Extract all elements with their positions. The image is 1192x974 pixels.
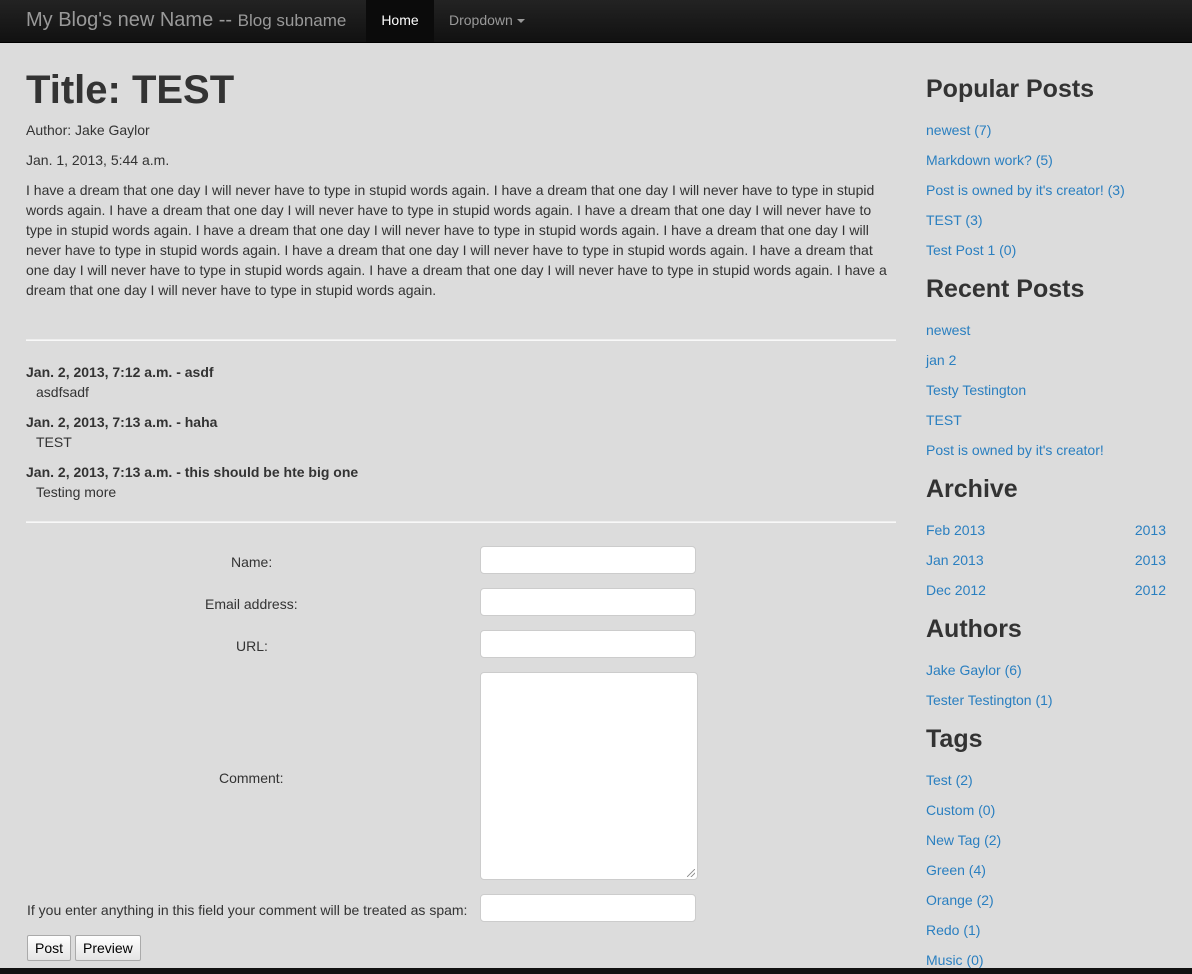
preview-button[interactable]: Preview <box>75 935 141 961</box>
post-body: I have a dream that one day I will never… <box>26 182 887 298</box>
divider <box>26 339 896 341</box>
archive-year-link[interactable]: 2013 <box>1135 520 1166 540</box>
bottom-bar <box>0 968 1192 974</box>
comment-header: Jan. 2, 2013, 7:13 a.m. - this should be… <box>26 464 359 480</box>
brand-subname: Blog subname <box>237 11 347 30</box>
resize-grip-icon[interactable] <box>687 869 695 877</box>
url-label: URL: <box>236 638 268 654</box>
caret-down-icon <box>516 19 525 24</box>
brand-link[interactable]: My Blog's new Name -- Blog subname <box>26 9 346 32</box>
archive-month-link[interactable]: Dec 2012 <box>926 580 986 600</box>
comment-header: Jan. 2, 2013, 7:13 a.m. - haha <box>26 414 218 430</box>
tag-link[interactable]: Orange (2) <box>926 890 994 910</box>
comment-text: Testing more <box>36 484 117 500</box>
nav-dropdown[interactable]: Dropdown <box>449 0 525 42</box>
post-title: Title: TEST <box>26 68 235 112</box>
recent-post-link[interactable]: jan 2 <box>926 350 956 370</box>
recent-post-link[interactable]: TEST <box>926 410 962 430</box>
email-label: Email address: <box>205 596 298 612</box>
tag-link[interactable]: Music (0) <box>926 950 984 970</box>
archive-month-link[interactable]: Feb 2013 <box>926 520 985 540</box>
divider <box>26 521 896 523</box>
comment-header: Jan. 2, 2013, 7:12 a.m. - asdf <box>26 364 214 380</box>
author-link[interactable]: Jake Gaylor (6) <box>926 660 1022 680</box>
tag-link[interactable]: Green (4) <box>926 860 986 880</box>
name-input[interactable] <box>480 546 696 574</box>
comment-text: TEST <box>36 434 72 450</box>
comment-label: Comment: <box>219 770 284 786</box>
recent-post-link[interactable]: newest <box>926 320 970 340</box>
nav-home[interactable]: Home <box>366 0 434 42</box>
popular-post-link[interactable]: Markdown work? (5) <box>926 150 1053 170</box>
brand-name: My Blog's new Name -- <box>26 9 233 31</box>
email-input[interactable] <box>480 588 696 616</box>
tag-link[interactable]: New Tag (2) <box>926 830 1001 850</box>
post-date: Jan. 1, 2013, 5:44 a.m. <box>26 152 170 168</box>
recent-post-link[interactable]: Testy Testington <box>926 380 1026 400</box>
popular-post-link[interactable]: Post is owned by it's creator! (3) <box>926 180 1125 200</box>
post-author: Author: Jake Gaylor <box>26 122 150 138</box>
nav-dropdown-label: Dropdown <box>449 12 513 28</box>
archive-year-link[interactable]: 2012 <box>1135 580 1166 600</box>
comment-text: asdfsadf <box>36 384 89 400</box>
navbar: My Blog's new Name -- Blog subname Home … <box>0 0 1192 43</box>
recent-post-link[interactable]: Post is owned by it's creator! <box>926 440 1104 460</box>
popular-post-link[interactable]: TEST (3) <box>926 210 983 230</box>
tag-link[interactable]: Redo (1) <box>926 920 980 940</box>
authors-heading: Authors <box>926 615 1022 643</box>
archive-year-link[interactable]: 2013 <box>1135 550 1166 570</box>
url-input[interactable] <box>480 630 696 658</box>
tag-link[interactable]: Custom (0) <box>926 800 995 820</box>
archive-month-link[interactable]: Jan 2013 <box>926 550 984 570</box>
popular-posts-heading: Popular Posts <box>926 75 1095 103</box>
name-label: Name: <box>231 554 273 570</box>
post-button[interactable]: Post <box>27 935 72 961</box>
spam-label: If you enter anything in this field your… <box>27 902 468 918</box>
spam-honeypot-input[interactable] <box>480 894 696 922</box>
recent-posts-heading: Recent Posts <box>926 275 1085 303</box>
comment-textarea[interactable] <box>480 672 698 880</box>
popular-post-link[interactable]: Test Post 1 (0) <box>926 240 1016 260</box>
tags-heading: Tags <box>926 725 983 753</box>
archive-heading: Archive <box>926 475 1018 503</box>
author-link[interactable]: Tester Testington (1) <box>926 690 1053 710</box>
tag-link[interactable]: Test (2) <box>926 770 973 790</box>
popular-post-link[interactable]: newest (7) <box>926 120 991 140</box>
